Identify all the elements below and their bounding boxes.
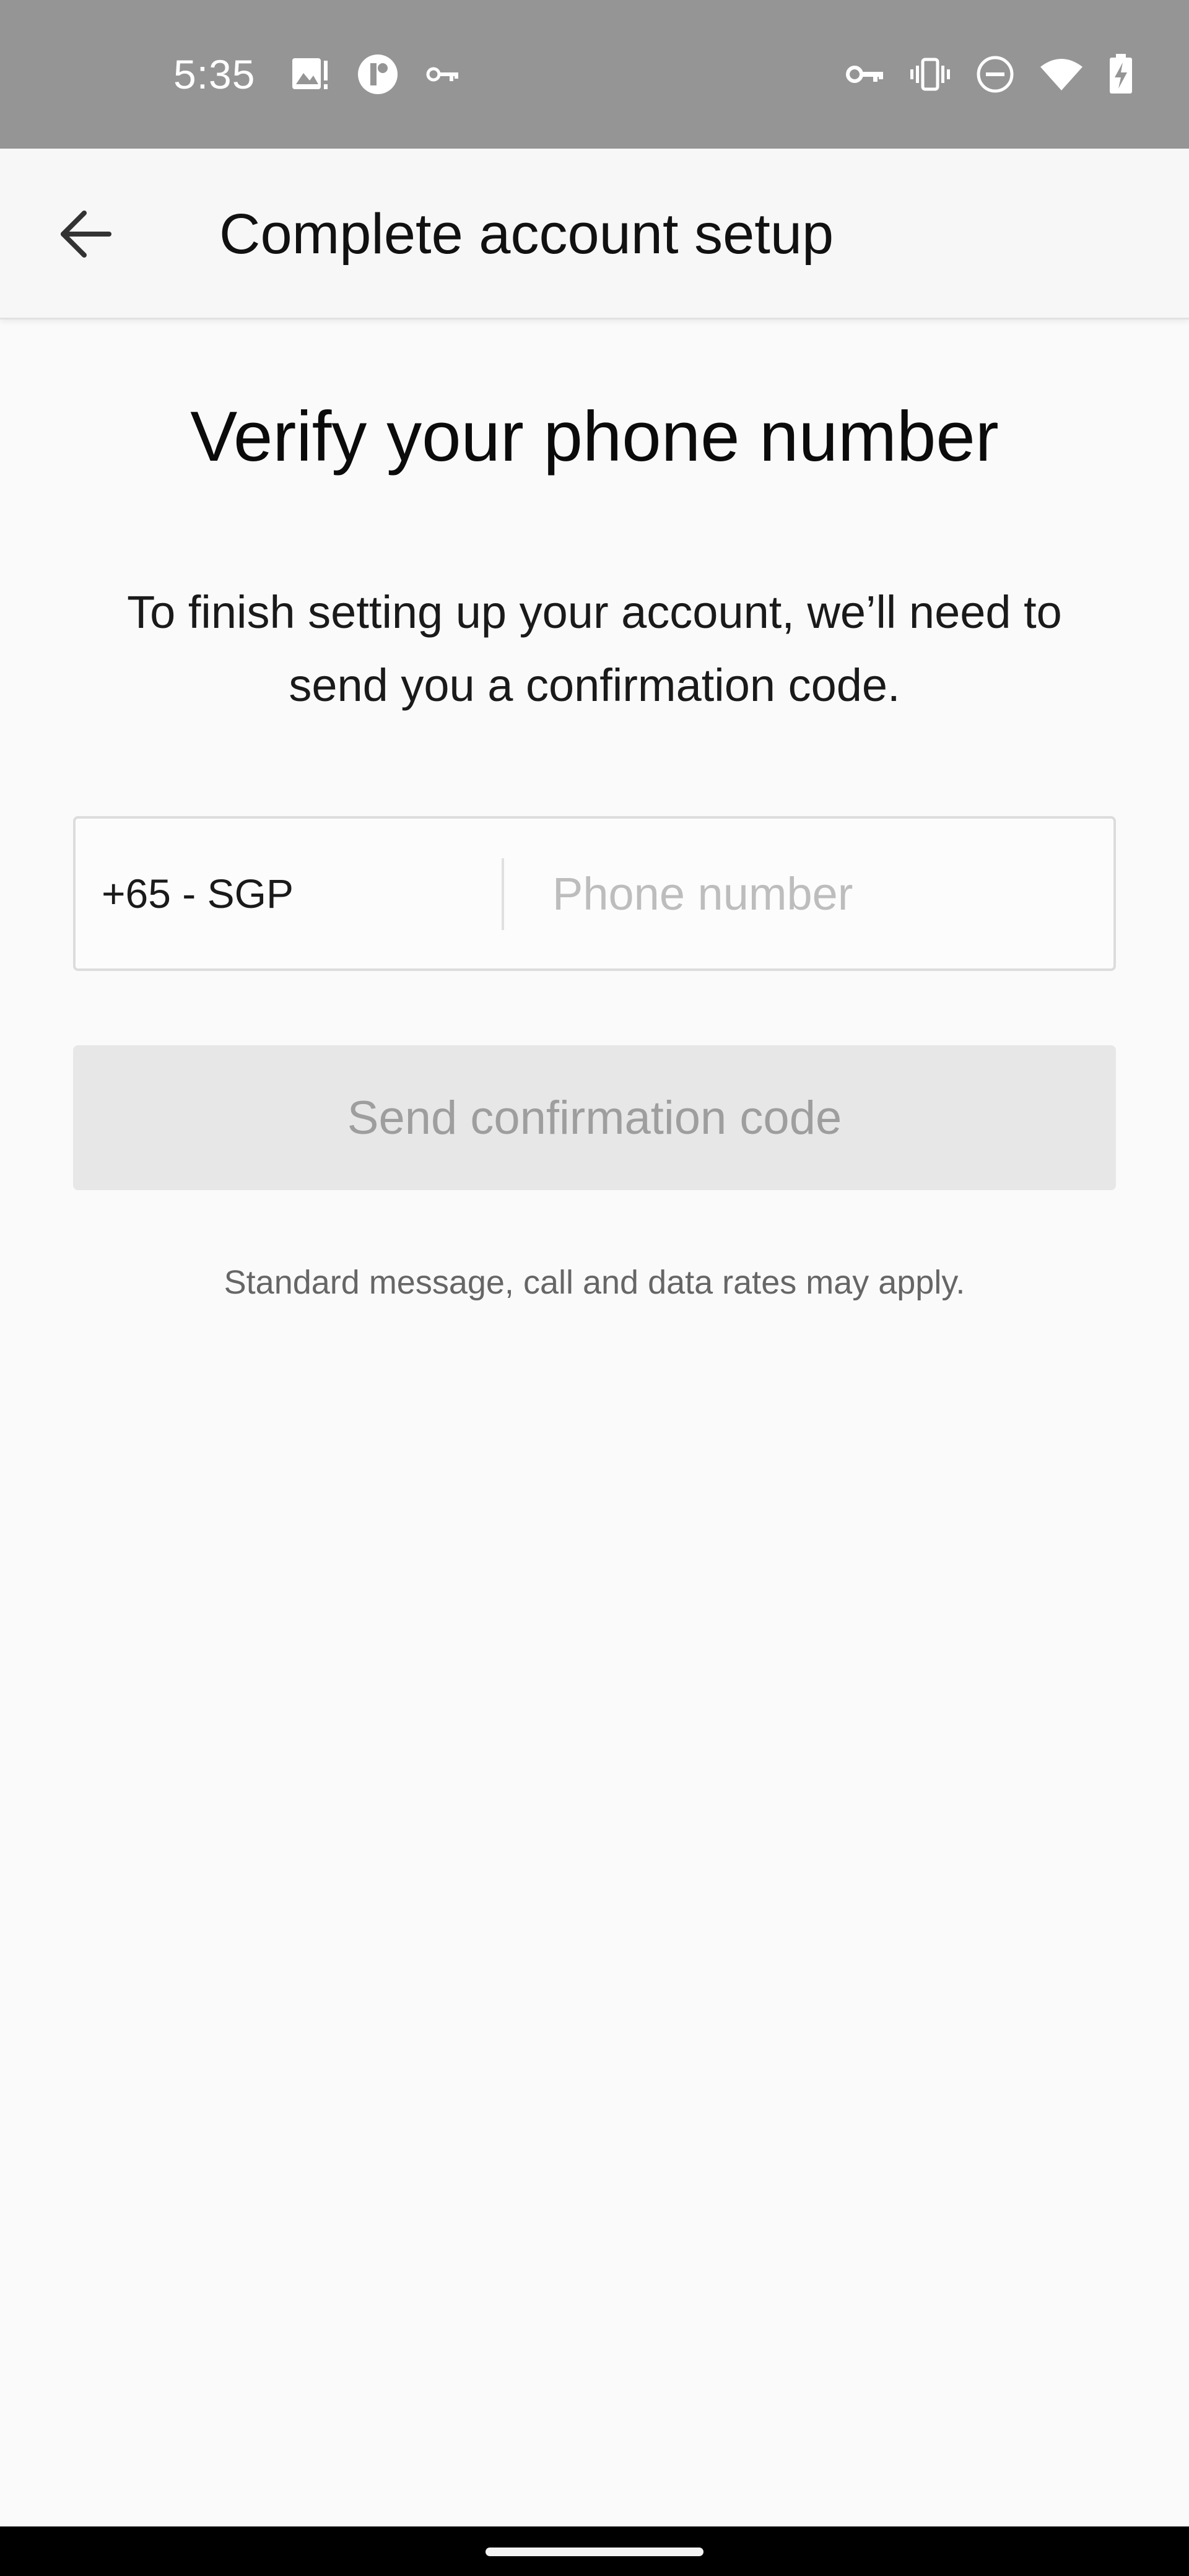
key-icon [426, 65, 459, 84]
back-button[interactable] [37, 186, 134, 282]
do-not-disturb-icon [976, 55, 1014, 94]
app-badge-icon [357, 53, 399, 95]
verify-headline: Verify your phone number [190, 398, 999, 476]
status-left-icons [291, 0, 459, 149]
page-title: Complete account setup [219, 202, 834, 266]
app-bar: Complete account setup [0, 149, 1189, 320]
status-right-icons [846, 0, 1133, 149]
wifi-icon [1039, 57, 1084, 92]
vpn-key-icon [846, 63, 884, 85]
arrow-back-icon [61, 211, 111, 258]
phone-entry-box: +65 - SGP [73, 816, 1116, 971]
status-time: 5:35 [173, 51, 256, 97]
image-alert-icon [291, 57, 329, 92]
vibrate-icon [909, 57, 951, 92]
status-bar: 5:35 [0, 0, 1189, 149]
send-confirmation-code-button[interactable]: Send confirmation code [73, 1045, 1116, 1190]
field-divider [502, 858, 504, 930]
battery-charging-icon [1108, 54, 1133, 95]
rates-disclaimer: Standard message, call and data rates ma… [224, 1264, 965, 1301]
home-gesture-handle[interactable] [486, 2548, 703, 2556]
setup-description: To finish setting up your account, we’ll… [127, 586, 1062, 711]
phone-number-input[interactable] [552, 843, 1097, 944]
country-code-selector[interactable]: +65 - SGP [102, 819, 294, 968]
